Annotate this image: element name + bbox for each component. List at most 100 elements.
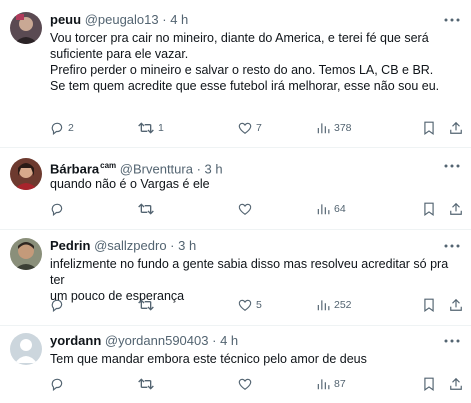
tweet-header: yordann @yordann590403 · 4 h: [50, 333, 238, 349]
share-button[interactable]: [449, 297, 463, 313]
tweet-header: Bárbaracam @Brventtura · 3 h: [50, 158, 223, 177]
user-handle[interactable]: @sallzpedro: [94, 238, 166, 253]
display-name[interactable]: Bárbara: [50, 161, 99, 176]
bookmark-icon: [424, 202, 434, 216]
timestamp[interactable]: 3 h: [178, 238, 196, 253]
avatar[interactable]: [10, 238, 42, 270]
reply-icon: [51, 378, 63, 391]
heart-icon: [238, 299, 252, 311]
tweet-line: infelizmente no fundo a gente sabia diss…: [50, 257, 452, 287]
retweet-icon: [138, 203, 154, 215]
views-button[interactable]: 252: [316, 297, 352, 313]
reply-button[interactable]: [50, 297, 68, 313]
tweet-text: Vou torcer pra cair no mineiro, diante d…: [50, 30, 466, 94]
display-name[interactable]: peuu: [50, 12, 81, 27]
tweet[interactable]: Bárbaracam @Brventtura · 3 h quando não …: [0, 148, 471, 230]
separator-dot: ·: [196, 161, 201, 177]
heart-icon: [238, 203, 252, 215]
views-icon: [317, 300, 330, 311]
tweet-header: Pedrin @sallzpedro · 3 h: [50, 238, 196, 254]
separator-dot: ·: [162, 12, 167, 27]
like-button[interactable]: 5: [238, 297, 262, 313]
tweet-line: quando não é o Vargas é ele: [50, 177, 210, 191]
reply-icon: [51, 299, 63, 312]
views-icon: [317, 123, 330, 134]
action-bar: 5 252: [50, 297, 465, 313]
retweet-count: 1: [158, 122, 164, 134]
bookmark-button[interactable]: [423, 376, 435, 392]
share-button[interactable]: [449, 201, 463, 217]
display-name[interactable]: Pedrin: [50, 238, 90, 253]
retweet-button[interactable]: [138, 201, 158, 217]
retweet-icon: [138, 378, 154, 390]
tweet-line: Vou torcer pra cair no mineiro, diante d…: [50, 31, 429, 45]
tweet-line: Prefiro perder o mineiro e salvar o rest…: [50, 63, 434, 77]
timestamp[interactable]: 4 h: [170, 12, 188, 27]
retweet-button[interactable]: 1: [138, 120, 164, 136]
tweet-text: Tem que mandar embora este técnico pelo …: [50, 351, 466, 367]
views-count: 252: [334, 299, 352, 311]
share-button[interactable]: [449, 120, 463, 136]
more-icon[interactable]: [443, 161, 461, 171]
share-icon: [450, 377, 462, 390]
views-count: 378: [334, 122, 352, 134]
tweet[interactable]: peuu @peugalo13 · 4 h Vou torcer pra cai…: [0, 0, 471, 148]
views-count: 64: [334, 203, 346, 215]
reply-icon: [51, 122, 63, 135]
timestamp[interactable]: 3 h: [205, 161, 223, 176]
separator-dot: ·: [170, 238, 175, 253]
share-icon: [450, 202, 462, 215]
like-button[interactable]: [238, 201, 256, 217]
tweet[interactable]: yordann @yordann590403 · 4 h Tem que man…: [0, 326, 471, 403]
views-icon: [317, 204, 330, 215]
tweet-header: peuu @peugalo13 · 4 h: [50, 12, 188, 28]
like-count: 5: [256, 299, 262, 311]
timestamp[interactable]: 4 h: [220, 333, 238, 348]
reply-button[interactable]: 2: [50, 120, 74, 136]
user-handle[interactable]: @Brventtura: [120, 161, 193, 176]
views-button[interactable]: 64: [316, 201, 346, 217]
like-button[interactable]: 7: [238, 120, 262, 136]
more-icon[interactable]: [443, 336, 461, 346]
more-icon[interactable]: [443, 15, 461, 25]
share-icon: [450, 121, 462, 134]
tweet-line: Se tem quem acredite que esse futebol ir…: [50, 79, 440, 93]
bookmark-icon: [424, 121, 434, 135]
retweet-icon: [138, 299, 154, 311]
reply-button[interactable]: [50, 201, 68, 217]
reply-button[interactable]: [50, 376, 68, 392]
retweet-button[interactable]: [138, 297, 158, 313]
reply-feed: peuu @peugalo13 · 4 h Vou torcer pra cai…: [0, 0, 471, 403]
avatar[interactable]: [10, 12, 42, 44]
more-icon[interactable]: [443, 241, 461, 251]
action-bar: 2 1 7 378: [50, 120, 465, 136]
tweet-line: Tem que mandar embora este técnico pelo …: [50, 352, 367, 366]
views-button[interactable]: 87: [316, 376, 346, 392]
share-button[interactable]: [449, 376, 463, 392]
user-handle[interactable]: @peugalo13: [85, 12, 159, 27]
like-button[interactable]: [238, 376, 256, 392]
bookmark-button[interactable]: [423, 297, 435, 313]
bookmark-icon: [424, 298, 434, 312]
bookmark-button[interactable]: [423, 120, 435, 136]
action-bar: 87: [50, 376, 465, 392]
user-handle[interactable]: @yordann590403: [105, 333, 209, 348]
like-count: 7: [256, 122, 262, 134]
avatar[interactable]: [10, 333, 42, 365]
retweet-button[interactable]: [138, 376, 158, 392]
share-icon: [450, 298, 462, 311]
retweet-icon: [138, 122, 154, 134]
display-name[interactable]: yordann: [50, 333, 101, 348]
tweet-line: suficiente para ele vazar.: [50, 47, 189, 61]
tweet[interactable]: Pedrin @sallzpedro · 3 h infelizmente no…: [0, 230, 471, 326]
avatar[interactable]: [10, 158, 42, 190]
views-count: 87: [334, 378, 346, 390]
heart-icon: [238, 378, 252, 390]
bookmark-icon: [424, 377, 434, 391]
bookmark-button[interactable]: [423, 201, 435, 217]
reply-icon: [51, 203, 63, 216]
tweet-text: quando não é o Vargas é ele: [50, 176, 466, 192]
heart-icon: [238, 122, 252, 134]
action-bar: 64: [50, 201, 465, 217]
views-button[interactable]: 378: [316, 120, 352, 136]
